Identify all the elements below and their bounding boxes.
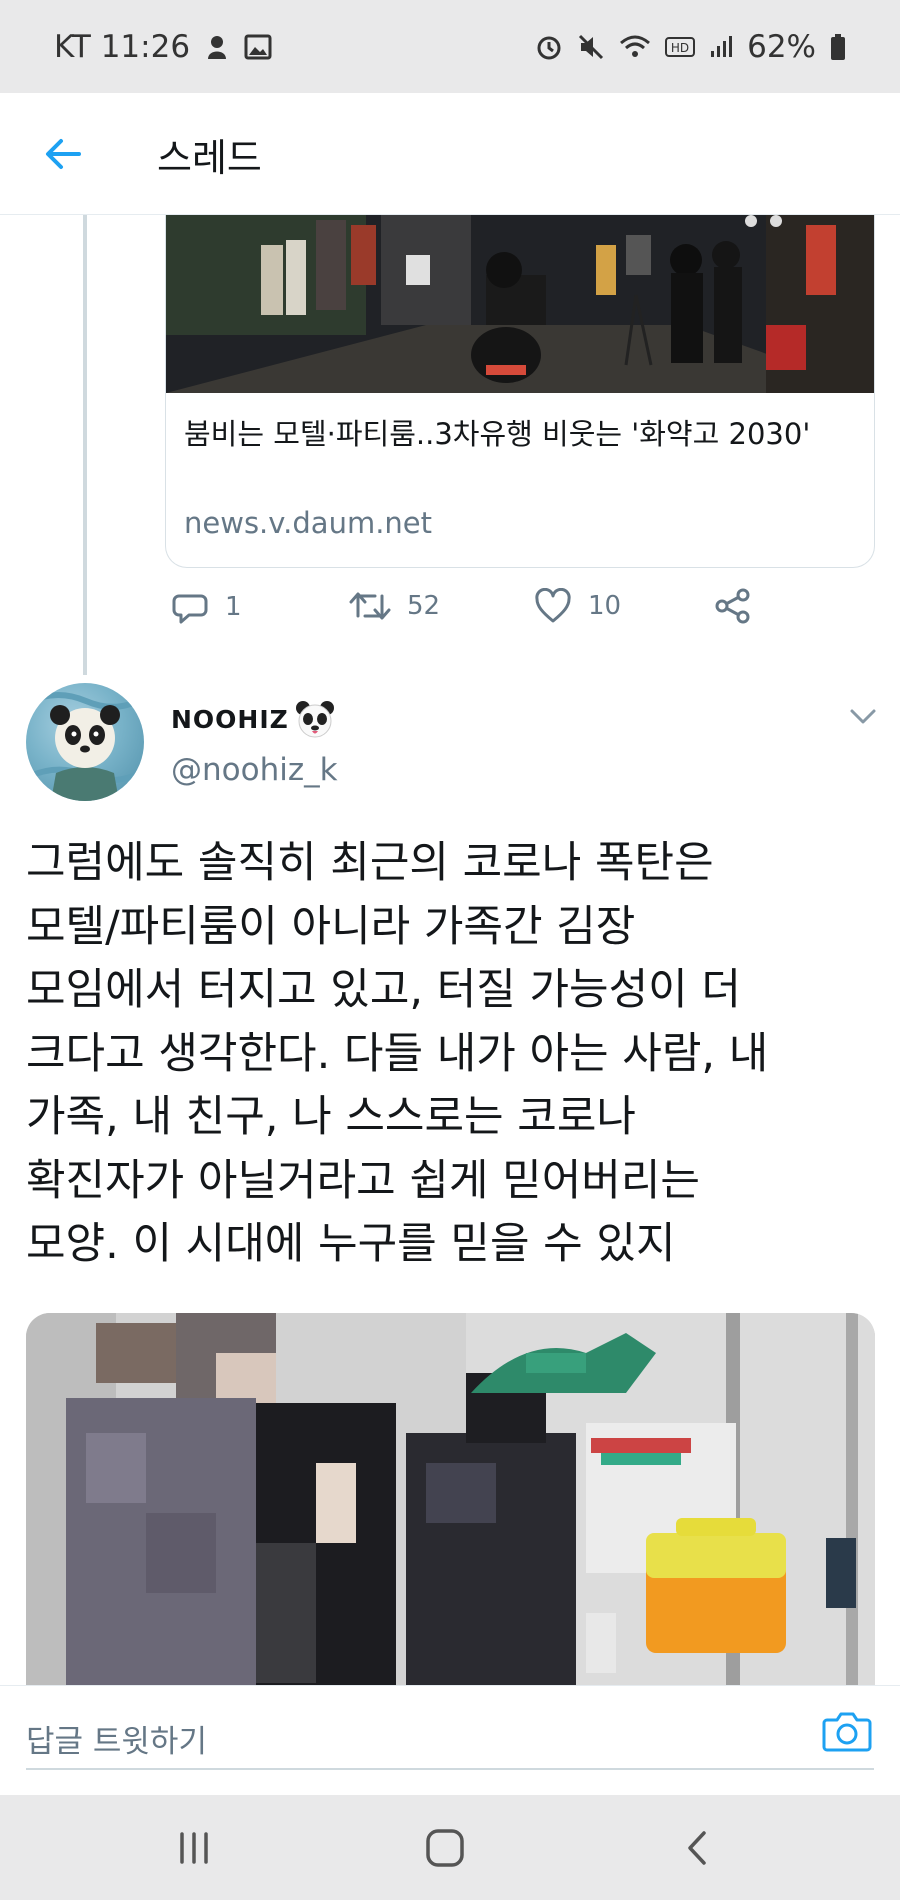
battery-percent: 62% [747,28,816,65]
system-nav-bar [0,1795,900,1900]
mute-icon [577,33,605,61]
notification-icon [204,33,230,61]
app-bar: 스레드 [0,93,900,215]
status-bar: KT 11:26 HD 62% [0,0,900,93]
recent-apps-button[interactable] [169,1825,219,1871]
speech-bubble-icon [172,594,208,624]
signal-icon [709,35,733,59]
reply-count: 1 [225,592,242,622]
battery-icon [830,33,846,61]
share-button[interactable] [714,588,752,624]
home-icon [426,1829,464,1867]
display-name[interactable]: NOOHIZ [171,700,335,738]
reply-button[interactable]: 1 [171,588,242,626]
recent-apps-icon [180,1832,208,1864]
camera-icon [822,1712,872,1752]
svg-text:HD: HD [671,41,689,55]
carrier-time: KT 11:26 [54,28,191,65]
heart-icon [535,588,571,623]
page-title: 스레드 [157,136,262,180]
link-card-image [166,215,874,393]
panda-emoji-icon [295,701,334,738]
retweet-icon [349,592,391,620]
thread-connector-line [83,215,87,675]
gallery-icon [244,34,272,60]
hd-icon: HD [665,36,696,58]
reply-input[interactable]: 답글 트윗하기 [26,1706,874,1770]
status-left: KT 11:26 [54,29,272,65]
display-name-text: NOOHIZ [171,704,289,734]
tweet-actions: 1 52 10 [165,588,765,638]
camera-button[interactable] [822,1708,872,1758]
link-card[interactable]: 붐비는 모텔·파티룸..3차유행 비웃는 '화약고 2030' news.v.d… [165,215,875,568]
link-card-title: 붐비는 모텔·파티룸..3차유행 비웃는 '화약고 2030' [184,417,811,451]
like-button[interactable]: 10 [534,588,621,624]
back-button[interactable] [38,129,88,179]
reply-bar: 답글 트윗하기 [0,1685,900,1795]
reply-placeholder: 답글 트윗하기 [26,1724,207,1760]
share-icon [715,588,750,624]
retweet-button[interactable]: 52 [349,588,440,624]
alarm-icon [535,33,563,61]
link-card-domain: news.v.daum.net [184,506,433,540]
tweet-media-image[interactable] [26,1313,875,1685]
chevron-left-icon [688,1831,706,1865]
user-handle[interactable]: @noohiz_k [171,752,338,788]
back-nav-button[interactable] [672,1825,722,1871]
home-button[interactable] [420,1825,470,1871]
retweet-count: 52 [407,591,441,621]
like-count: 10 [588,591,622,621]
status-right: HD 62% [535,29,846,65]
arrow-left-icon [46,139,81,169]
chevron-down-icon [850,709,876,724]
tweet-text: 그럼에도 솔직히 최근의 코로나 폭탄은 모텔/파티룸이 아니라 가족간 김장 … [26,838,769,1269]
avatar[interactable] [26,683,144,801]
wifi-icon [619,34,651,60]
tweet-menu-button[interactable] [848,704,878,728]
